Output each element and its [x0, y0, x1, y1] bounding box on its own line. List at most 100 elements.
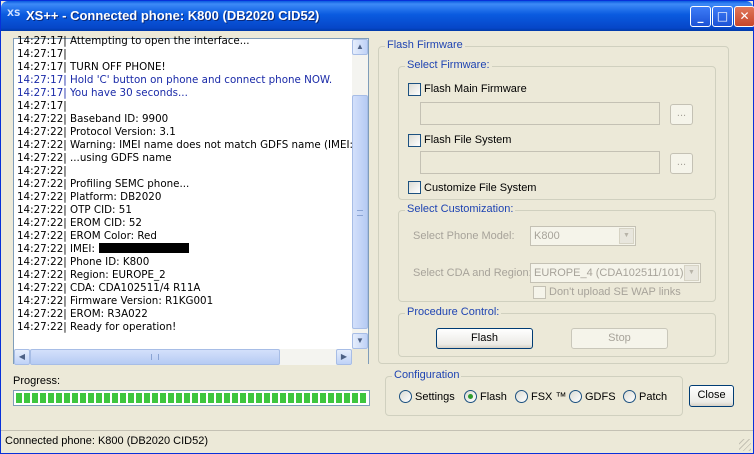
flash-main-firmware-checkbox[interactable] — [408, 83, 421, 96]
log-line-time: 14:27:17 — [17, 48, 64, 60]
log-line-time: 14:27:17 — [17, 61, 64, 73]
customize-file-system-label: Customize File System — [424, 182, 537, 194]
no-wap-links-label: Don't upload SE WAP links — [549, 286, 681, 298]
radio-flash[interactable] — [464, 390, 477, 403]
scroll-left-icon[interactable]: ◀ — [14, 349, 30, 365]
resize-grip-icon[interactable] — [739, 439, 751, 451]
log-line: 14:27:22| EROM Color: Red — [17, 230, 157, 242]
log-line-time: 14:27:22 — [17, 282, 64, 294]
radio-selected-dot — [468, 394, 473, 399]
log-line-text: Phone ID: K800 — [70, 256, 150, 268]
select-firmware-title: Select Firmware: — [405, 59, 492, 71]
stop-button[interactable]: Stop — [571, 328, 668, 349]
log-line: 14:27:22| Profiling SEMC phone... — [17, 178, 190, 190]
log-line-text: Baseband ID: 9900 — [70, 113, 169, 125]
log-line: 14:27:22| IMEI: — [17, 243, 189, 255]
log-line-time: 14:27:22 — [17, 139, 64, 151]
log-line-text: Firmware Version: R1KG001 — [70, 295, 214, 307]
log-line-text: EROM Color: Red — [70, 230, 157, 242]
flash-file-system-label: Flash File System — [424, 134, 512, 146]
select-customization-title: Select Customization: — [405, 203, 516, 215]
maximize-button[interactable]: □ — [712, 6, 733, 27]
radio-fsx-label: FSX ™ — [531, 391, 567, 403]
log-line-text: Protocol Version: 3.1 — [70, 126, 176, 138]
log-line: 14:27:17| — [17, 48, 67, 60]
radio-settings[interactable] — [399, 390, 412, 403]
log-horizontal-scrollbar[interactable]: ◀ ▶ — [14, 349, 352, 365]
browse-main-firmware-button[interactable]: ... — [670, 104, 693, 125]
progress-label: Progress: — [13, 375, 61, 387]
phone-model-value: K800 — [534, 230, 560, 242]
window-title: XS++ - Connected phone: K800 (DB2020 CID… — [26, 8, 320, 23]
progress-bar — [13, 390, 370, 406]
flash-button[interactable]: Flash — [436, 328, 533, 349]
radio-fsx[interactable] — [515, 390, 528, 403]
log-line-text: ...using GDFS name — [70, 152, 172, 164]
log-line: 14:27:22| Warning: IMEI name does not ma… — [17, 139, 352, 151]
flash-file-system-checkbox[interactable] — [408, 134, 421, 147]
cda-region-value: EUROPE_4 (CDA102511/101) — [534, 267, 684, 279]
minimize-icon: _ — [697, 9, 704, 23]
log-line: 14:27:22| CDA: CDA102511/4 R11A — [17, 282, 201, 294]
log-line-time: 14:27:22 — [17, 321, 64, 333]
scroll-right-icon[interactable]: ▶ — [336, 349, 352, 365]
log-line: 14:27:17| You have 30 seconds... — [17, 87, 188, 99]
phone-model-select[interactable]: K800 ▼ — [530, 226, 636, 246]
main-window: XS XS++ - Connected phone: K800 (DB2020 … — [0, 0, 754, 454]
log-line: 14:27:22| EROM CID: 52 — [17, 217, 142, 229]
procedure-control-group: Procedure Control: Flash Stop — [398, 306, 716, 357]
log-line: 14:27:17| TURN OFF PHONE! — [17, 61, 166, 73]
log-line-text: EROM CID: 52 — [70, 217, 142, 229]
status-bar: Connected phone: K800 (DB2020 CID52) — [1, 430, 753, 453]
radio-patch[interactable] — [623, 390, 636, 403]
browse-file-system-button[interactable]: ... — [670, 153, 693, 174]
maximize-icon: □ — [716, 9, 729, 23]
minimize-button[interactable]: _ — [690, 6, 711, 27]
close-icon: ✕ — [739, 9, 750, 23]
chevron-down-icon: ▼ — [684, 265, 699, 281]
log-line-text: Platform: DB2020 — [70, 191, 162, 203]
cda-region-select[interactable]: EUROPE_4 (CDA102511/101) ▼ — [530, 263, 701, 283]
log-line-text: Ready for operation! — [70, 321, 177, 333]
horizontal-scroll-thumb[interactable] — [30, 349, 280, 365]
log-line-text: Warning: IMEI name does not match GDFS n… — [70, 139, 352, 151]
log-line-time: 14:27:17 — [17, 74, 64, 86]
configuration-title: Configuration — [392, 369, 462, 381]
title-bar[interactable]: XS XS++ - Connected phone: K800 (DB2020 … — [1, 1, 754, 31]
log-lines: 14:27:17| Attempting to open the interfa… — [14, 35, 352, 347]
scroll-up-icon[interactable]: ▲ — [352, 39, 368, 55]
log-line-text: TURN OFF PHONE! — [70, 61, 166, 73]
log-output[interactable]: 14:27:17| Attempting to open the interfa… — [13, 35, 369, 365]
log-line-time: 14:27:22 — [17, 126, 64, 138]
log-vertical-scrollbar[interactable]: ▲ ▼ — [352, 39, 368, 349]
log-line-time: 14:27:22 — [17, 152, 64, 164]
log-line-text: Region: EUROPE_2 — [70, 269, 166, 281]
customize-file-system-checkbox[interactable] — [408, 181, 421, 194]
vertical-scroll-thumb[interactable] — [352, 95, 368, 329]
cda-region-label: Select CDA and Region: — [413, 267, 532, 279]
log-line-time: 14:27:22 — [17, 269, 64, 281]
scroll-down-icon[interactable]: ▼ — [352, 333, 368, 349]
log-line-time: 14:27:17 — [17, 100, 64, 112]
select-customization-group: Select Customization: Select Phone Model… — [398, 203, 716, 302]
procedure-control-title: Procedure Control: — [405, 306, 502, 318]
main-firmware-path-field[interactable] — [420, 102, 660, 125]
flash-firmware-group: Flash Firmware Select Firmware: Flash Ma… — [378, 39, 729, 364]
radio-gdfs[interactable] — [569, 390, 582, 403]
log-line-time: 14:27:22 — [17, 178, 64, 190]
log-line-text: CDA: CDA102511/4 R11A — [70, 282, 201, 294]
log-line-time: 14:27:22 — [17, 204, 64, 216]
close-window-button[interactable]: ✕ — [734, 6, 754, 27]
radio-patch-label: Patch — [639, 391, 668, 403]
close-button[interactable]: Close — [689, 385, 734, 407]
log-line-text: Attempting to open the interface... — [70, 35, 250, 47]
log-line-time: 14:27:22 — [17, 113, 64, 125]
log-line: 14:27:17| Hold 'C' button on phone and c… — [17, 74, 333, 86]
log-line: 14:27:22| Ready for operation! — [17, 321, 177, 333]
log-line-time: 14:27:17 — [17, 35, 64, 47]
no-wap-links-checkbox[interactable] — [533, 286, 546, 299]
redacted-block — [98, 243, 189, 253]
file-system-path-field[interactable] — [420, 151, 660, 174]
log-line-text: EROM: R3A022 — [70, 308, 148, 320]
log-line-text: Profiling SEMC phone... — [70, 178, 190, 190]
